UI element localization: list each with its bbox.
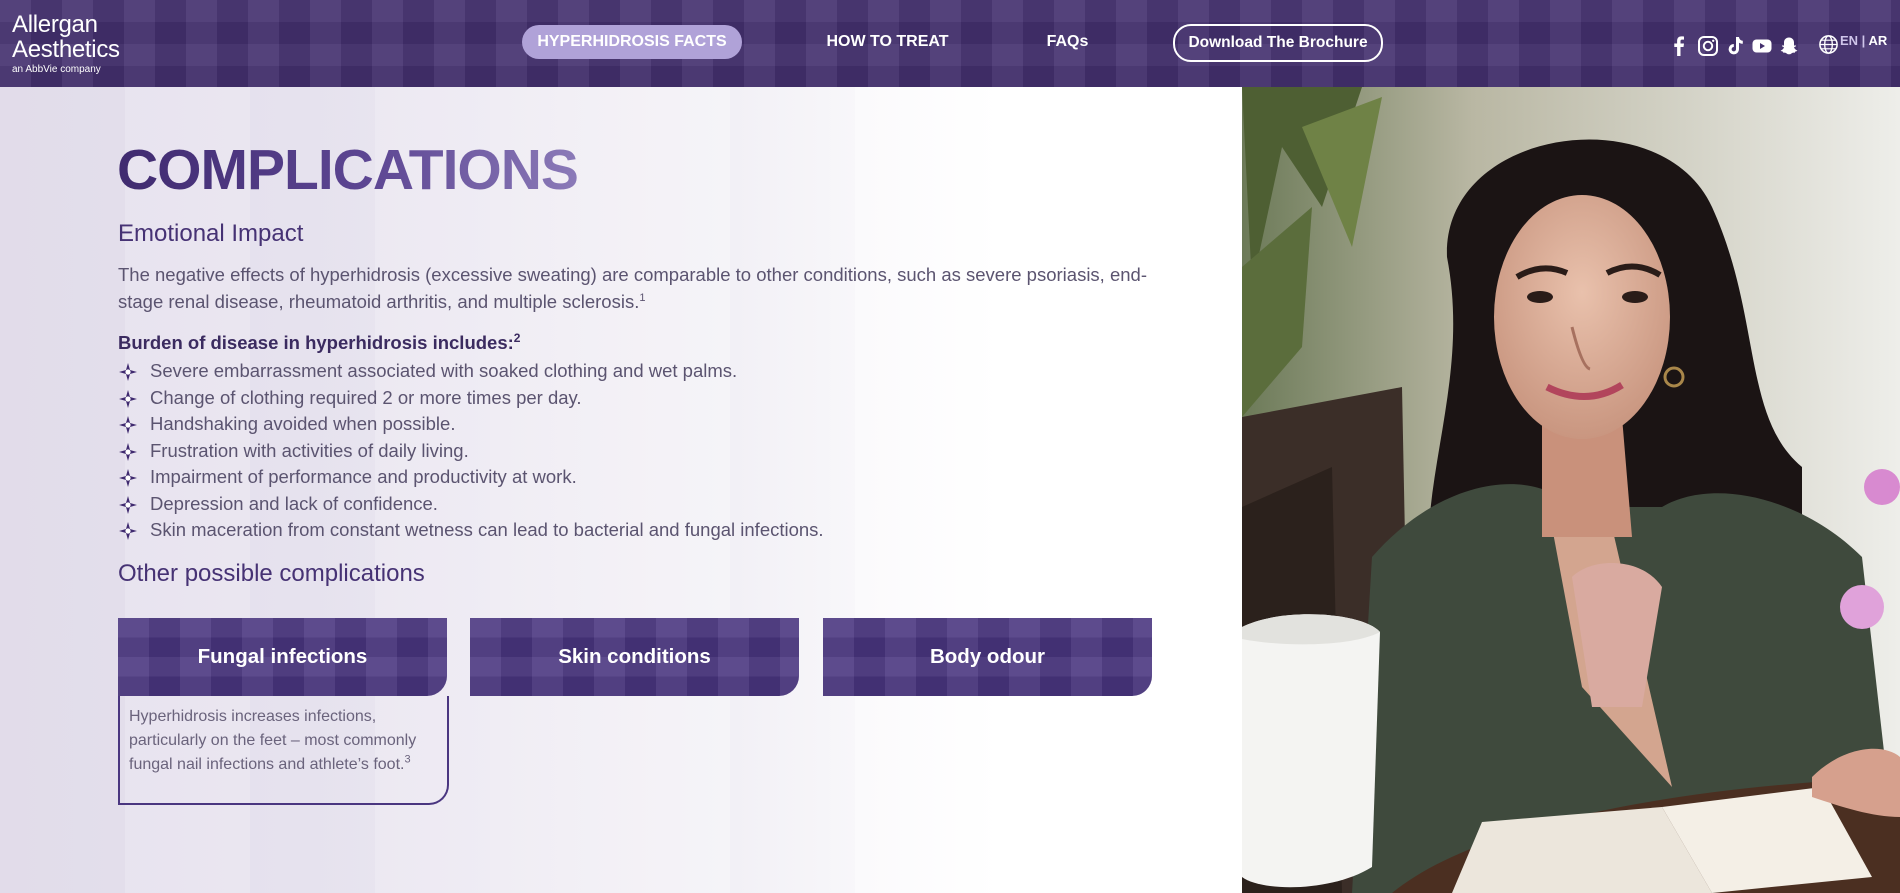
tiktok-icon[interactable] (1724, 35, 1746, 57)
list-item-text: Skin maceration from constant wetness ca… (150, 519, 824, 540)
content-panel: COMPLICATIONS Emotional Impact The negat… (0, 87, 1242, 893)
list-item: Depression and lack of confidence. (118, 491, 824, 518)
nav-how-to-treat[interactable]: HOW TO TREAT (800, 25, 975, 59)
snapchat-icon[interactable] (1778, 35, 1800, 57)
body-odour-card[interactable]: Body odour (823, 618, 1152, 696)
card-body-text: Hyperhidrosis increases infections, part… (129, 708, 417, 773)
sparkle-bullet-icon (119, 363, 137, 381)
burden-list: Severe embarrassment associated with soa… (118, 358, 824, 544)
reference-3[interactable]: 3 (404, 754, 410, 766)
reference-2[interactable]: 2 (514, 331, 521, 345)
logo-line-2: Aesthetics (12, 36, 120, 63)
list-item: Severe embarrassment associated with soa… (118, 358, 824, 385)
language-switcher: EN | AR (1840, 33, 1887, 48)
list-item-text: Impairment of performance and productivi… (150, 466, 577, 487)
fungal-infections-card[interactable]: Fungal infections (118, 618, 447, 696)
burden-heading-text: Burden of disease in hyperhidrosis inclu… (118, 332, 514, 353)
emotional-impact-paragraph: The negative effects of hyperhidrosis (e… (118, 261, 1158, 315)
youtube-icon[interactable] (1751, 35, 1773, 57)
site-header: Allergan Aesthetics an AbbVie company HY… (0, 0, 1900, 87)
globe-icon[interactable] (1818, 34, 1839, 55)
fungal-infections-card-body: Hyperhidrosis increases infections, part… (118, 696, 449, 805)
allergan-aesthetics-logo[interactable]: Allergan Aesthetics an AbbVie company (12, 12, 120, 75)
list-item: Skin maceration from constant wetness ca… (118, 517, 824, 544)
page-title: COMPLICATIONS (117, 138, 579, 202)
woman-with-coffee-photo (1242, 87, 1900, 893)
sparkle-bullet-icon (119, 469, 137, 487)
sparkle-bullet-icon (119, 389, 137, 408)
sparkle-bullet-icon (119, 495, 137, 514)
download-brochure-button[interactable]: Download The Brochure (1173, 24, 1383, 62)
sparkle-bullet-icon (119, 522, 137, 540)
nav-faqs[interactable]: FAQs (1030, 25, 1105, 59)
lang-ar[interactable]: AR (1868, 33, 1887, 48)
list-item-text: Depression and lack of confidence. (150, 492, 438, 514)
logo-line-1: Allergan (12, 11, 98, 38)
instagram-icon[interactable] (1697, 35, 1719, 57)
list-item-text: Change of clothing required 2 or more ti… (150, 386, 582, 408)
list-item-text: Handshaking avoided when possible. (150, 413, 456, 434)
burden-heading: Burden of disease in hyperhidrosis inclu… (118, 332, 520, 354)
hero-image (1242, 87, 1900, 893)
other-complications-heading: Other possible complications (118, 560, 425, 587)
nav-hyperhidrosis-facts[interactable]: HYPERHIDROSIS FACTS (522, 25, 742, 59)
skin-conditions-card[interactable]: Skin conditions (470, 618, 799, 696)
paragraph-text: The negative effects of hyperhidrosis (e… (118, 264, 1147, 312)
list-item: Change of clothing required 2 or more ti… (118, 385, 824, 412)
sparkle-bullet-icon (119, 442, 137, 461)
list-item: Handshaking avoided when possible. (118, 411, 824, 438)
lang-separator: | (1858, 33, 1869, 48)
reference-1[interactable]: 1 (639, 292, 645, 304)
list-item-text: Severe embarrassment associated with soa… (150, 360, 738, 381)
facebook-icon[interactable] (1668, 35, 1690, 57)
emotional-impact-heading: Emotional Impact (118, 220, 304, 247)
list-item: Impairment of performance and productivi… (118, 464, 824, 491)
sparkle-bullet-icon (119, 416, 137, 434)
list-item-text: Frustration with activities of daily liv… (150, 439, 469, 461)
list-item: Frustration with activities of daily liv… (118, 438, 824, 465)
lang-en[interactable]: EN (1840, 33, 1858, 48)
logo-subtitle: an AbbVie company (12, 64, 101, 75)
